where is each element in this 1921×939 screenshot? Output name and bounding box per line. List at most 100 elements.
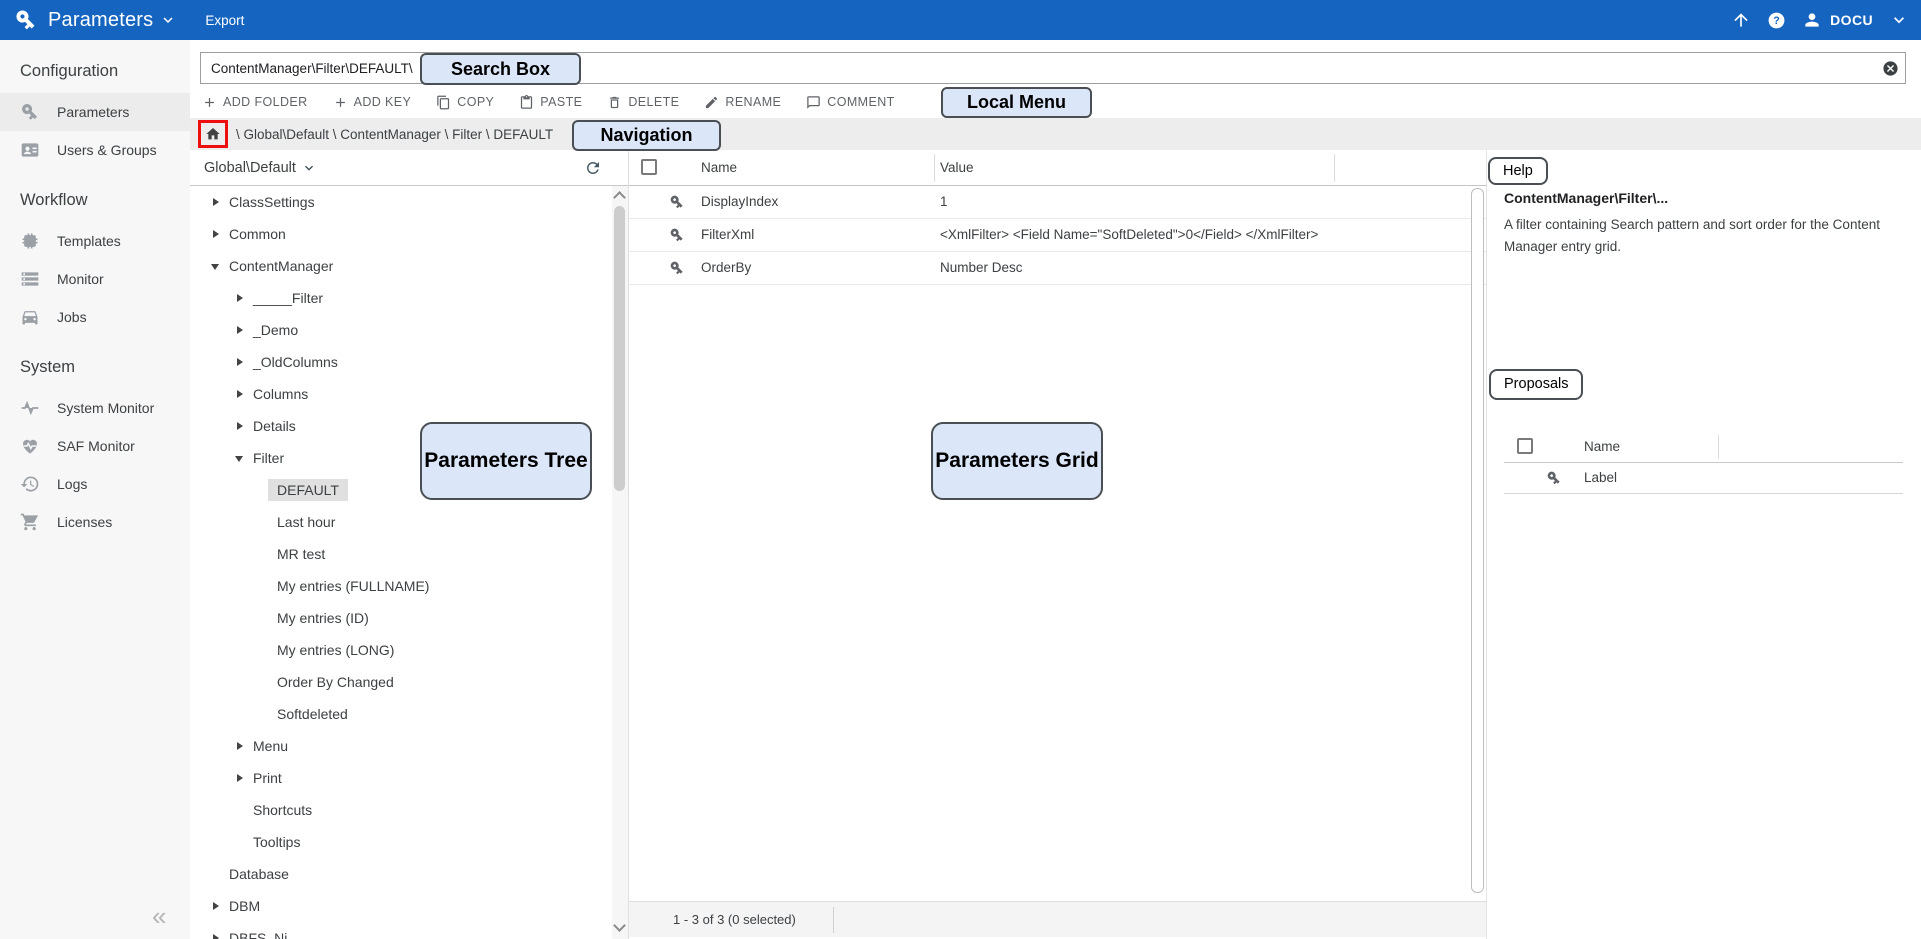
toolbar-comment-button[interactable]: COMMENT [806,95,894,110]
expand-arrow-icon[interactable] [234,356,246,368]
cell-name: FilterXml [701,227,754,242]
tree-item-label: ContentManager [229,258,333,274]
menu-export[interactable]: Export [205,13,244,28]
grid-row-filterxml[interactable]: FilterXml <XmlFilter> <Field Name="SoftD… [629,219,1486,252]
tree-item-common[interactable]: Common [190,218,612,250]
select-all-checkbox[interactable] [641,159,657,175]
tree-item-columns[interactable]: Columns [190,378,612,410]
expand-arrow-icon[interactable] [210,900,222,912]
expand-arrow-icon[interactable] [210,932,222,939]
user-avatar-icon[interactable] [1802,10,1822,30]
tree-item-label: MR test [277,546,325,562]
expand-arrow-icon [258,516,270,528]
tree-item-my-entries-long[interactable]: My entries (LONG) [190,634,612,666]
tree-item-mr-test[interactable]: MR test [190,538,612,570]
expand-arrow-icon[interactable] [210,260,222,272]
toolbar-delete-button[interactable]: DELETE [607,95,679,110]
tree-item-order-by-changed[interactable]: Order By Changed [190,666,612,698]
expand-arrow-icon[interactable] [210,228,222,240]
tree-item-label: Last hour [277,514,335,530]
user-name[interactable]: DOCU [1830,12,1873,28]
tree-item-dbfs-ni[interactable]: DBFS_Ni [190,922,612,939]
sidebar-item-monitor[interactable]: Monitor [0,260,190,298]
sidebar-item-saf-monitor[interactable]: SAF Monitor [0,427,190,465]
key-icon [669,260,685,276]
sidebar-item-system-monitor[interactable]: System Monitor [0,389,190,427]
annotation-local-menu: Local Menu [941,87,1092,118]
tree-item-filter[interactable]: _____Filter [190,282,612,314]
tree-root-selector[interactable]: Global\Default [190,150,628,186]
tree-item-contentmanager[interactable]: ContentManager [190,250,612,282]
home-icon[interactable] [205,126,221,142]
tree-item-my-entries-fullname[interactable]: My entries (FULLNAME) [190,570,612,602]
toolbar-add-folder-button[interactable]: ADD FOLDER [202,95,308,110]
tree-item-database[interactable]: Database [190,858,612,890]
scrollbar-thumb[interactable] [614,206,625,491]
help-icon[interactable]: ? [1767,11,1786,30]
expand-arrow-icon[interactable] [234,292,246,304]
server-icon [20,269,40,289]
proposals-column-name[interactable]: Name [1584,439,1620,454]
sidebar-item-parameters[interactable]: Parameters [0,93,190,131]
chevron-down-icon[interactable] [1889,10,1909,30]
tree-item-classsettings[interactable]: ClassSettings [190,186,612,218]
clear-search-icon[interactable] [1882,60,1899,77]
expand-arrow-icon [258,644,270,656]
breadcrumb-path[interactable]: \ Global\Default \ ContentManager \ Filt… [236,127,553,142]
expand-arrow-icon[interactable] [234,324,246,336]
sidebar-item-licenses[interactable]: Licenses [0,503,190,541]
tree-item-last-hour[interactable]: Last hour [190,506,612,538]
expand-arrow-icon [234,836,246,848]
sidebar-item-logs[interactable]: Logs [0,465,190,503]
cell-name: OrderBy [701,260,751,275]
tree-item-my-entries-id[interactable]: My entries (ID) [190,602,612,634]
app-title[interactable]: Parameters [48,9,153,32]
grid-scrollbar-thumb[interactable] [1471,188,1484,893]
refresh-icon[interactable] [584,159,602,177]
sidebar-item-jobs[interactable]: Jobs [0,298,190,336]
expand-arrow-icon[interactable] [234,388,246,400]
toolbar-rename-button[interactable]: RENAME [704,95,781,110]
tree-item-oldcolumns[interactable]: _OldColumns [190,346,612,378]
toolbar-paste-button[interactable]: PASTE [519,95,582,110]
sidebar-item-templates[interactable]: Templates [0,222,190,260]
toolbar-button-label: DELETE [628,95,679,109]
tree-item-dbm[interactable]: DBM [190,890,612,922]
sidebar-item-users-groups[interactable]: Users & Groups [0,131,190,169]
tree-item-demo[interactable]: _Demo [190,314,612,346]
expand-arrow-icon[interactable] [234,452,246,464]
scroll-down-icon[interactable] [613,919,626,932]
tree-item-print[interactable]: Print [190,762,612,794]
scroll-up-icon[interactable] [613,191,626,204]
column-divider [934,154,935,182]
tree-scrollbar[interactable] [612,186,628,939]
tree-item-label: Database [229,866,289,882]
tree-item-menu[interactable]: Menu [190,730,612,762]
expand-arrow-icon[interactable] [210,196,222,208]
tree-item-tooltips[interactable]: Tooltips [190,826,612,858]
upload-arrow-icon[interactable] [1731,10,1751,30]
toolbar-add-key-button[interactable]: ADD KEY [333,95,412,110]
sidebar-item-label: Monitor [57,271,104,287]
comment-icon [806,95,821,110]
breadcrumb: \ Global\Default \ ContentManager \ Filt… [190,118,1921,150]
column-header-name[interactable]: Name [701,160,737,175]
proposals-select-all-checkbox[interactable] [1517,438,1533,454]
expand-arrow-icon[interactable] [234,740,246,752]
proposal-row-label[interactable]: Label [1504,463,1903,494]
column-header-value[interactable]: Value [940,160,974,175]
tree-item-softdeleted[interactable]: Softdeleted [190,698,612,730]
chevron-down-icon [301,160,317,176]
pencil-icon [704,95,719,110]
tree-item-label: Shortcuts [253,802,312,818]
footer-divider [833,907,834,933]
grid-row-displayindex[interactable]: DisplayIndex 1 [629,186,1486,219]
sidebar-heading-workflow: Workflow [0,169,190,222]
toolbar-copy-button[interactable]: COPY [436,95,494,110]
expand-arrow-icon[interactable] [234,772,246,784]
tree-item-shortcuts[interactable]: Shortcuts [190,794,612,826]
sidebar-collapse-button[interactable]: « [152,903,166,929]
chevron-down-icon[interactable] [159,11,177,29]
grid-row-orderby[interactable]: OrderBy Number Desc [629,252,1486,285]
expand-arrow-icon[interactable] [234,420,246,432]
